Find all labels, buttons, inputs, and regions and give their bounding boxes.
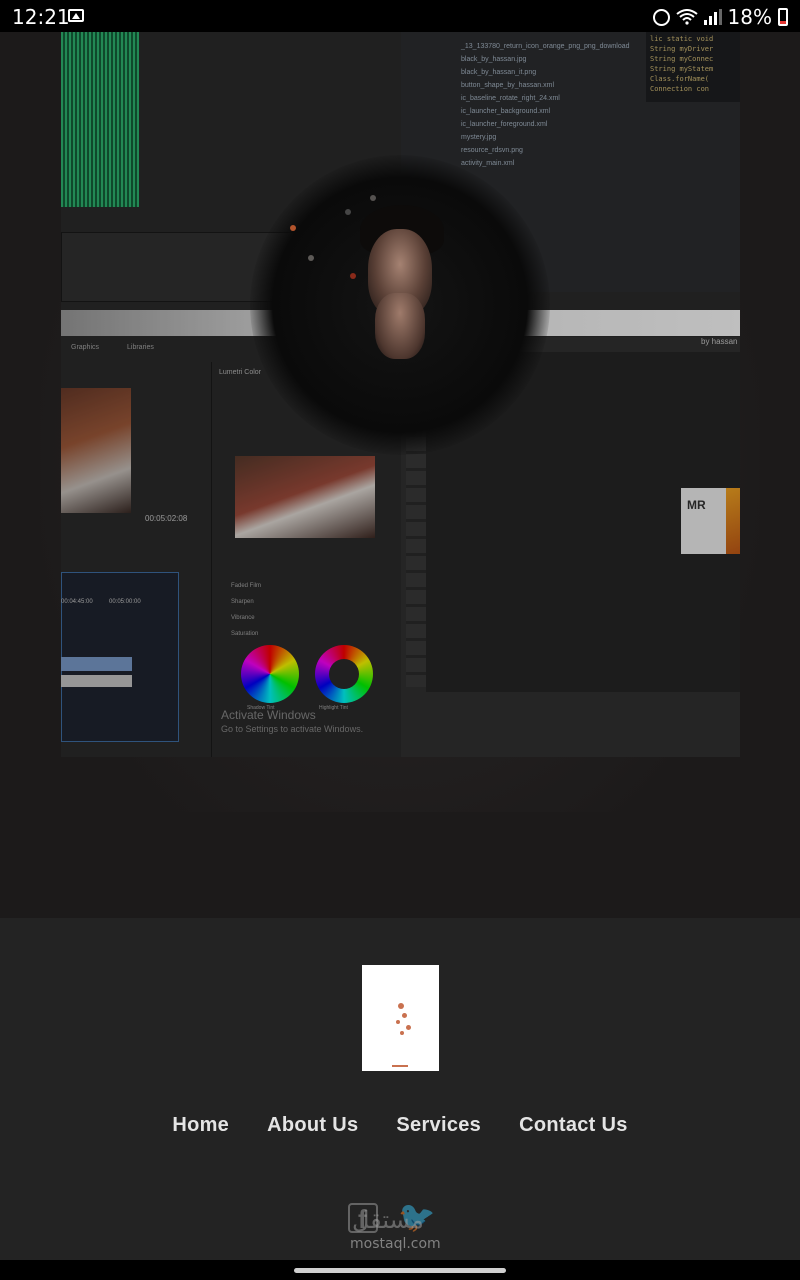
portrait-hands: [375, 293, 425, 359]
nav-contact-link[interactable]: Contact Us: [519, 1114, 628, 1137]
status-bar: 12:21 18%: [0, 0, 800, 32]
battery-icon: [778, 8, 788, 26]
portrait-photo: [250, 155, 550, 455]
nav-about-link[interactable]: About Us: [267, 1114, 358, 1137]
mostaql-arabic-watermark: مستقل: [352, 1206, 424, 1234]
footer-nav: Home About Us Services Contact Us: [0, 1114, 800, 1137]
mostaql-watermark: mostaql.com: [350, 1236, 441, 1252]
wifi-icon: [675, 9, 698, 25]
home-gesture-bar[interactable]: [294, 1268, 506, 1273]
alarm-icon: [652, 8, 670, 26]
nav-services-link[interactable]: Services: [396, 1114, 481, 1137]
signal-icon: [703, 9, 722, 25]
battery-text: 18%: [727, 5, 772, 29]
status-time: 12:21: [12, 5, 70, 29]
hero-section: _13_133780_return_icon_orange_png_png_do…: [0, 32, 800, 918]
image-icon: [68, 9, 84, 22]
site-footer: Home About Us Services Contact Us f 🐦 مس…: [0, 918, 800, 1260]
nav-home-link[interactable]: Home: [172, 1114, 229, 1137]
status-icons: 18%: [652, 5, 788, 29]
footer-logo[interactable]: [362, 965, 439, 1071]
